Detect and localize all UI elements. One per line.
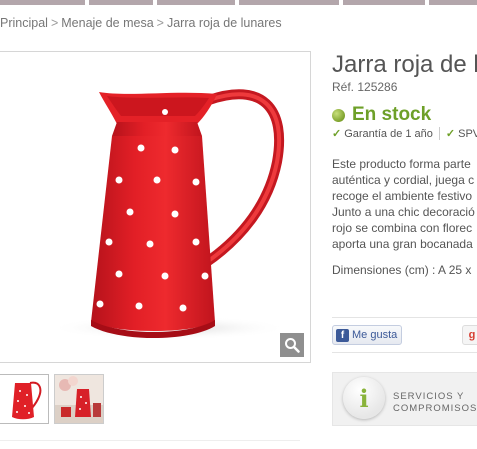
facebook-like-button[interactable]: f Me gusta bbox=[332, 325, 402, 345]
magnifier-icon bbox=[285, 338, 300, 353]
red-polka-dot-jug-image bbox=[49, 89, 289, 340]
checkmark-icon: ✓ bbox=[332, 128, 342, 140]
checkmark-icon: ✓ bbox=[445, 128, 456, 140]
divider bbox=[0, 440, 300, 441]
breadcrumb-current: Jarra roja de lunares bbox=[166, 16, 282, 30]
description-line: Junto a una chic decoració bbox=[332, 205, 475, 219]
breadcrumb-tableware[interactable]: Menaje de mesa bbox=[61, 16, 153, 30]
description-line: Este producto forma parte bbox=[332, 157, 471, 171]
services-label-line2: COMPROMISOS bbox=[393, 403, 477, 414]
divider bbox=[332, 352, 477, 353]
stock-label: En stock bbox=[352, 104, 432, 125]
thumbnail-2[interactable] bbox=[54, 374, 104, 424]
product-dimensions: Dimensiones (cm) : A 25 x bbox=[332, 263, 472, 277]
description-line: rojo se combina con florec bbox=[332, 221, 473, 235]
description-line: aporta una gran bocanada bbox=[332, 237, 473, 251]
thumbnail-1[interactable] bbox=[0, 374, 49, 424]
breadcrumb-home[interactable]: Principal bbox=[0, 16, 48, 30]
services-label: SERVICIOS Y COMPROMISOS bbox=[393, 391, 477, 415]
stock-dot-icon bbox=[332, 108, 345, 122]
feature-warranty: Garantía de 1 año bbox=[344, 127, 433, 140]
thumbnail-scene-image bbox=[55, 375, 103, 423]
zoom-button[interactable] bbox=[280, 333, 304, 357]
top-nav-bar bbox=[0, 0, 477, 6]
breadcrumb: Principal > Menaje de mesa > Jarra roja de l… bbox=[0, 16, 282, 30]
product-description: Este producto forma parte auténtica y co… bbox=[332, 156, 477, 252]
product-main-image[interactable] bbox=[0, 51, 311, 363]
breadcrumb-separator: > bbox=[156, 16, 164, 30]
facebook-icon: f bbox=[336, 328, 349, 342]
product-reference: Réf. 125286 bbox=[332, 80, 398, 94]
like-label: Me gusta bbox=[352, 329, 398, 341]
stock-status: En stock bbox=[332, 104, 431, 126]
feature-spv: SPV bbox=[458, 127, 477, 140]
product-title: Jarra roja de l bbox=[332, 51, 477, 78]
info-icon: i bbox=[343, 377, 385, 419]
breadcrumb-separator: > bbox=[50, 16, 59, 30]
product-features: ✓ Garantía de 1 año ✓ SPV bbox=[332, 127, 477, 140]
services-commitments-banner[interactable]: i SERVICIOS Y COMPROMISOS bbox=[332, 372, 477, 426]
divider bbox=[438, 127, 440, 140]
description-line: auténtica y cordial, juega c bbox=[332, 173, 475, 187]
divider bbox=[332, 317, 477, 318]
description-line: recoge el ambiente festivo bbox=[332, 189, 473, 203]
thumbnail-jug-image bbox=[0, 375, 48, 423]
services-label-line1: SERVICIOS Y bbox=[393, 391, 465, 402]
google-plus-button[interactable]: g bbox=[462, 325, 477, 345]
